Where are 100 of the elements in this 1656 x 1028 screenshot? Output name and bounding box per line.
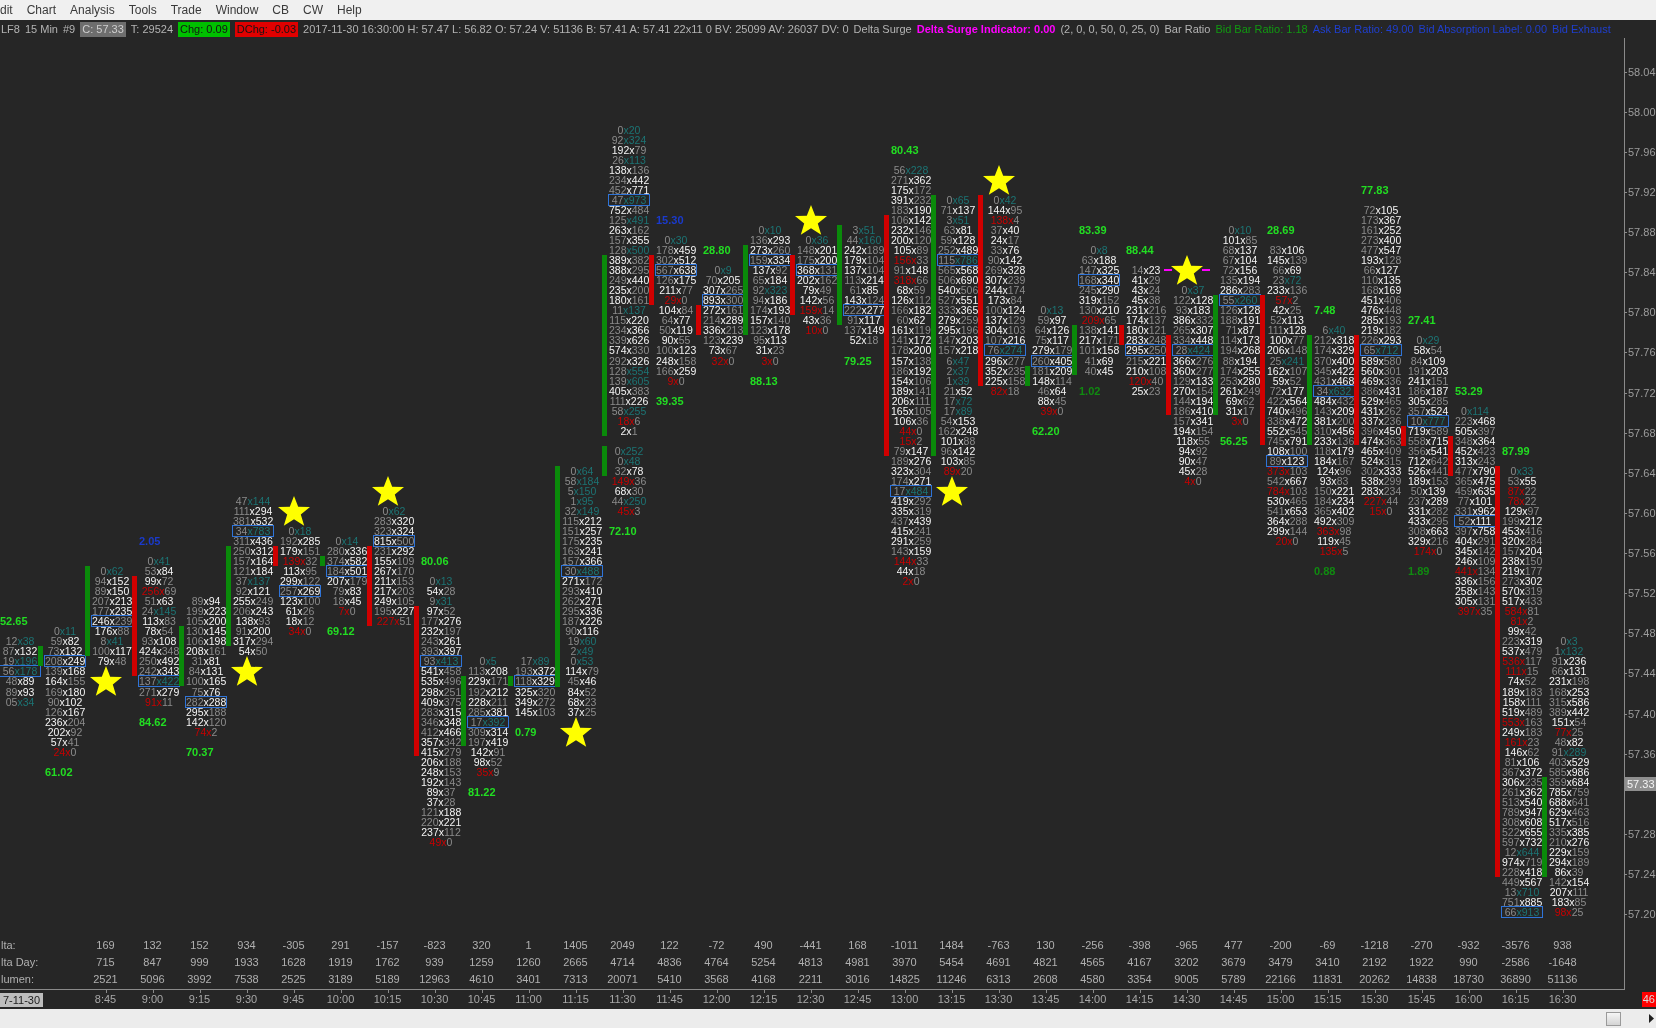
footprint-cell: 76x274 [984,344,1026,356]
horizontal-scrollbar[interactable] [0,1009,1656,1028]
footprint-cell-text: 52x18 [848,335,880,345]
footprint-cell-text: 3x51 [851,225,877,235]
stat-value: 1762 [374,955,401,970]
footprint-cell: 255x249 [233,596,273,606]
footprint-cell: 469x336 [1361,376,1401,386]
time-label: 16:00 [1445,990,1492,1009]
value-label: 27.41 [1408,314,1436,326]
stat-value: -1011 [889,938,920,953]
footprint-cell: 232x197 [421,626,461,636]
star-icon [794,204,828,236]
footprint-cell: 217x171 [1079,335,1119,345]
footprint-cell: 484x432 [1314,396,1354,406]
footprint-cell-text: 42x25 [1271,305,1303,315]
footprint-cell-text: 66x69 [1271,265,1303,275]
footprint-cell: 249x440 [609,275,649,285]
menu-item[interactable]: Chart [19,1,64,19]
footprint-cell-text: 0x65 [945,195,971,205]
footprint-cell: 629x463 [1549,807,1589,817]
footprint-cell: 174x255 [1220,366,1260,376]
footprint-cell: 317x294 [233,636,273,646]
footprint-cell: 589x580 [1361,356,1401,366]
footprint-cell: 177x235 [92,606,132,616]
stat-value: -823 [422,938,447,953]
footprint-cell: 567x638 [655,264,697,276]
footprint-cell: 279x259 [938,315,978,325]
footprint-cell: 295x336 [562,606,602,616]
footprint-cell: 125x491 [609,215,649,225]
stat-value: 130 [1035,938,1056,953]
candle-body [461,676,466,746]
footprint-cell: 308x663 [1408,526,1448,536]
candle-body [696,305,701,335]
footprint-cell-text: 32x149 [563,506,601,516]
value-label: 61.02 [45,766,73,778]
status-text: Delta Surge [853,21,912,37]
right-arrow-icon[interactable] [1649,1014,1654,1023]
menu-item[interactable]: Help [330,1,369,19]
stat-value: 20262 [1358,972,1391,987]
footprint-cell-text: 35x9 [475,767,501,777]
footprint-cell-text: 159x14 [798,305,836,315]
stat-value: 2521 [92,972,119,987]
menu-item[interactable]: dit [0,1,20,19]
footprint-cell: 115x212 [562,516,602,526]
time-label: 12:00 [693,990,740,1009]
footprint-cell: 155x109 [374,556,414,566]
footprint-cell: 356x541 [1408,446,1448,456]
footprint-cell-text: 69x62 [1224,396,1256,406]
footprint-cell-text: 52x113 [1269,315,1305,325]
footprint-cell: 285x381 [468,707,508,717]
menu-item[interactable]: Trade [163,1,209,19]
footprint-cell-text: 12x644 [1503,847,1541,857]
stat-value: -398 [1127,938,1152,953]
stat-value: 5189 [374,972,401,987]
footprint-cell: 242x343 [139,666,179,676]
footprint-cell: 138x141 [1079,325,1119,335]
footprint-cell-text: 33x76 [989,245,1021,255]
footprint-cell: 246x109 [1455,556,1495,566]
footprint-cell: 329x216 [1408,536,1448,546]
footprint-cell: 333x365 [938,305,978,315]
footprint-cell: 207x179 [327,576,367,586]
menu-item[interactable]: Tools [121,1,164,19]
candle-body [1119,325,1124,345]
footprint-cell-text: 24x17 [989,235,1021,245]
footprint-cell: 179x151 [280,546,320,556]
time-label: 15:30 [1351,990,1398,1009]
footprint-cell-text: 54x50 [237,646,269,656]
menu-item[interactable]: CW [296,1,330,19]
footprint-cell: 164x155 [45,676,85,686]
footprint-cell: 157x341 [1173,416,1213,426]
footprint-cell: 126x128 [1220,305,1260,315]
footprint-cell-text: 70x205 [704,275,742,285]
menu-item[interactable]: Analysis [63,1,122,19]
time-label: 16:30 [1539,990,1586,1009]
time-label: 14:00 [1069,990,1116,1009]
footprint-cell: 307x265 [703,285,743,295]
footprint-cell: 154x106 [891,376,931,386]
footprint-cell: 197x419 [468,737,508,747]
footprint-cell: 177x276 [421,616,461,626]
footprint-cell: 272x161 [703,305,743,315]
footprint-cell: 366x276 [1173,356,1213,366]
footprint-cell: 309x314 [468,727,508,737]
stat-value: 2192 [1361,955,1388,970]
footprint-cell-text: 90x55 [660,335,692,345]
footprint-cell: 252x489 [938,245,978,255]
footprint-cell: 337x236 [1361,416,1401,426]
status-text: Bid Absorption Label: 0.00 [1418,21,1548,37]
menu-item[interactable]: CB [265,1,296,19]
footprint-cell-text: 0x30 [663,235,689,245]
footprint-cell: 292x326 [609,356,649,366]
footprint-cell-text: 0x42 [992,195,1018,205]
price-label: 57.28 [1628,828,1656,840]
footprint-cell-text: 57x2 [1274,295,1300,305]
footprint-cell-text: 139x32 [281,556,319,566]
footprint-cell: 184x167 [1314,456,1354,466]
menu-item[interactable]: Window [208,1,266,19]
footprint-cell-text: 68x30 [613,486,645,496]
footprint-cell-text: 0x62 [381,506,407,516]
scrollbar-thumb[interactable] [1606,1011,1621,1026]
footprint-cell: 517x516 [1549,817,1589,827]
